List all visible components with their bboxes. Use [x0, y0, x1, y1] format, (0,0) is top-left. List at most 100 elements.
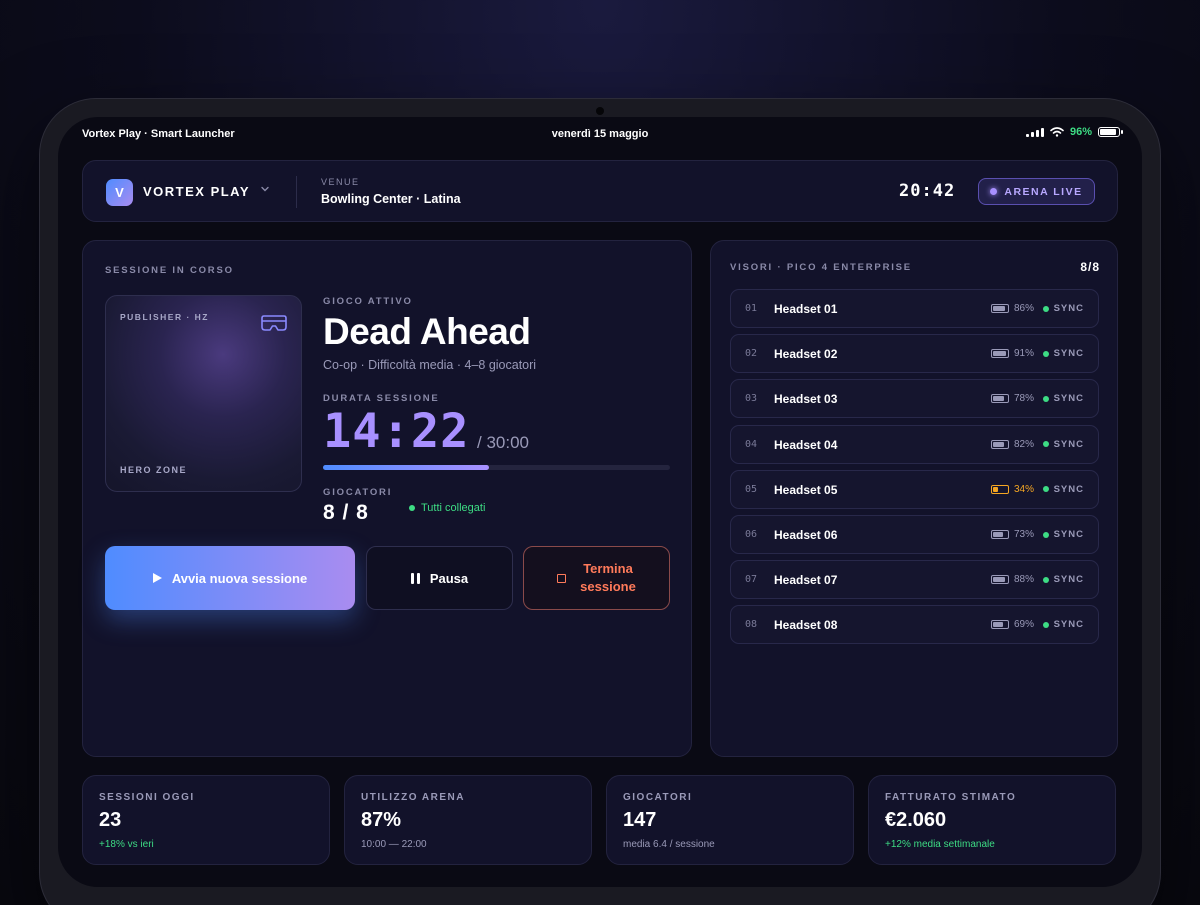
players-label: GIOCATORI — [323, 487, 393, 498]
headset-row[interactable]: 07 Headset 07 88% SYNC — [730, 560, 1099, 600]
status-icons: 96% — [1025, 126, 1123, 138]
headset-row[interactable]: 03 Headset 03 78% SYNC — [730, 379, 1099, 419]
headset-battery: 91% — [990, 348, 1034, 360]
headset-name: Headset 04 — [774, 437, 838, 452]
battery-icon — [990, 394, 1009, 404]
battery-percent: 96% — [1069, 126, 1092, 138]
play-icon — [152, 573, 162, 583]
card-zone: HERO ZONE — [120, 465, 188, 475]
venue-label: VENUE — [321, 177, 360, 187]
stat-value: €2.060 — [885, 809, 947, 831]
screen: Vortex Play · Smart Launcher venerdì 15 … — [58, 117, 1142, 887]
live-badge-label: ARENA LIVE — [1004, 185, 1083, 198]
headset-number: 08 — [745, 619, 758, 631]
headset-name: Headset 07 — [774, 573, 838, 588]
headset-name: Headset 06 — [774, 528, 838, 542]
headset-name: Headset 01 — [774, 302, 838, 316]
sync-dot-icon — [1042, 441, 1049, 448]
status-bar: Vortex Play · Smart Launcher venerdì 15 … — [58, 117, 1142, 153]
stat-value: 23 — [99, 809, 122, 831]
battery-icon — [990, 439, 1009, 449]
headset-battery: 34% — [990, 483, 1034, 495]
headsets-panel: VISORI · PICO 4 ENTERPRISE 8/8 01 Headset… — [710, 240, 1118, 757]
session-section-label: SESSIONE IN CORSO — [105, 265, 234, 276]
pause-icon — [410, 572, 420, 584]
card-publisher: PUBLISHER · HZ — [120, 312, 209, 322]
stat-sub: +12% media settimanale — [885, 839, 995, 850]
battery-icon — [990, 530, 1009, 539]
end-session-label-line2: sessione — [580, 579, 636, 594]
headset-name: Headset 05 — [774, 482, 838, 497]
headset-sync-status: SYNC — [1042, 303, 1084, 314]
arena-live-badge[interactable]: ARENA LIVE — [978, 178, 1095, 205]
signal-icon — [1025, 127, 1044, 137]
brand-name[interactable]: VORTEX PLAY — [143, 184, 250, 199]
wifi-icon — [1050, 127, 1064, 137]
sync-dot-icon — [1042, 486, 1049, 493]
headset-battery: 88% — [990, 574, 1034, 585]
sync-dot-icon — [1042, 305, 1049, 312]
active-game-label: GIOCO ATTIVO — [323, 296, 413, 307]
pause-button[interactable]: Pausa — [366, 546, 513, 610]
headset-row[interactable]: 02 Headset 02 91% SYNC — [730, 334, 1099, 374]
headset-battery-percent: 86% — [1013, 303, 1034, 314]
stop-icon — [557, 573, 567, 583]
headset-row[interactable]: 05 Headset 05 34% SYNC — [730, 469, 1099, 509]
headset-row[interactable]: 08 Headset 08 69% SYNC — [730, 605, 1099, 645]
headset-sync-label: SYNC — [1053, 438, 1084, 450]
headset-battery-percent: 73% — [1013, 529, 1034, 540]
chevron-down-icon[interactable] — [260, 184, 270, 194]
headset-number: 05 — [745, 483, 758, 495]
end-session-label-line1: Termina — [583, 561, 633, 577]
players-status-text: Tutti collegati — [421, 502, 486, 514]
start-session-button[interactable]: Avvia nuova sessione — [105, 546, 355, 610]
headset-battery-percent: 91% — [1013, 348, 1034, 360]
headsets-section-label: VISORI · PICO 4 ENTERPRISE — [730, 262, 912, 273]
headset-sync-label: SYNC — [1053, 393, 1084, 405]
start-session-label: Avvia nuova sessione — [171, 570, 308, 586]
sync-dot-icon — [1042, 395, 1049, 402]
headset-name: Headset 03 — [774, 392, 838, 407]
stat-card-players: GIOCATORI 147 media 6.4 / sessione — [606, 775, 854, 865]
headset-battery-percent: 69% — [1013, 619, 1034, 631]
header-divider — [296, 176, 297, 208]
game-cover-card[interactable]: PUBLISHER · HZ HERO ZONE — [105, 295, 302, 492]
headset-sync-status: SYNC — [1042, 574, 1084, 586]
headset-number: 06 — [745, 529, 758, 540]
headset-row[interactable]: 04 Headset 04 82% SYNC — [730, 424, 1099, 464]
headset-number: 04 — [745, 438, 758, 450]
connected-dot-icon — [409, 505, 415, 511]
venue-value: Bowling Center · Latina — [321, 192, 461, 206]
stat-label: FATTURATO STIMATO — [885, 792, 1017, 803]
brand-logo[interactable]: V — [106, 179, 133, 206]
headset-sync-status: SYNC — [1042, 438, 1084, 450]
headset-battery: 78% — [990, 393, 1034, 404]
top-header: V VORTEX PLAY VENUE Bowling Center · Lat… — [82, 160, 1118, 222]
session-timer-total: / 30:00 — [477, 433, 529, 452]
headset-row[interactable]: 01 Headset 01 86% SYNC — [730, 289, 1099, 328]
battery-icon — [990, 349, 1009, 359]
duration-label: DURATA SESSIONE — [323, 393, 440, 404]
headset-battery: 73% — [990, 529, 1034, 540]
battery-icon — [990, 304, 1009, 313]
headset-sync-label: SYNC — [1053, 483, 1084, 495]
headset-sync-label: SYNC — [1053, 574, 1084, 586]
session-progress-fill — [323, 465, 490, 470]
battery-icon — [1098, 127, 1123, 137]
headset-number: 07 — [745, 574, 758, 586]
headset-battery-percent: 82% — [1013, 438, 1034, 450]
clock: 20:42 — [899, 181, 956, 201]
front-camera — [596, 107, 604, 115]
headset-battery-percent: 34% — [1013, 483, 1034, 495]
end-session-button[interactable]: Termina sessione — [523, 546, 670, 610]
headset-row[interactable]: 06 Headset 06 73% SYNC — [730, 515, 1099, 554]
players-value: 8 / 8 — [323, 501, 369, 524]
game-title: Dead Ahead — [323, 311, 531, 352]
stat-card-revenue: FATTURATO STIMATO €2.060 +12% media sett… — [868, 775, 1116, 865]
headsets-count: 8/8 — [1080, 260, 1100, 274]
headset-sync-label: SYNC — [1053, 529, 1084, 540]
stat-sub: +18% vs ieri — [99, 839, 154, 850]
stat-card-sessions: SESSIONI OGGI 23 +18% vs ieri — [82, 775, 330, 865]
stat-sub: 10:00 — 22:00 — [361, 839, 427, 850]
headset-sync-label: SYNC — [1053, 348, 1084, 360]
